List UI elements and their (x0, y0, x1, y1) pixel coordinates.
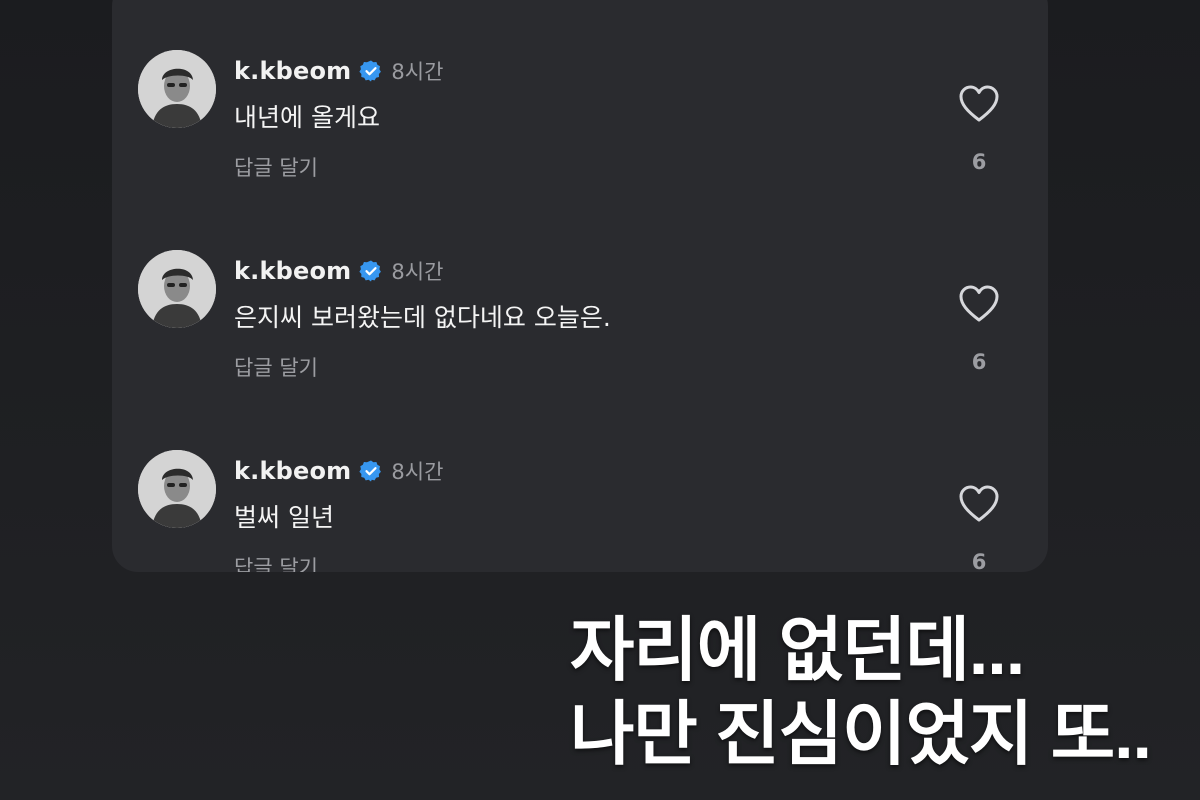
avatar[interactable] (138, 450, 216, 528)
avatar[interactable] (138, 50, 216, 128)
comment-meta: k.kbeom 8시간 (234, 456, 443, 486)
comment-meta: k.kbeom 8시간 (234, 256, 443, 286)
like-count: 6 (971, 550, 987, 572)
comment-item: k.kbeom 8시간 벌써 일년 답글 달기 6 (112, 450, 1048, 572)
reply-button[interactable]: 답글 달기 (234, 152, 318, 182)
comment-item: k.kbeom 8시간 내년에 올게요 답글 달기 6 (112, 50, 1048, 190)
reply-button[interactable]: 답글 달기 (234, 552, 318, 572)
reply-button[interactable]: 답글 달기 (234, 352, 318, 382)
username[interactable]: k.kbeom (234, 257, 351, 285)
heart-outline-icon[interactable] (958, 484, 1000, 524)
like-count: 6 (971, 150, 987, 174)
video-caption: 자리에 없던데... 나만 진심이었지 또.. (570, 608, 1152, 776)
user-avatar-image (138, 250, 216, 328)
avatar[interactable] (138, 250, 216, 328)
caption-line-2: 나만 진심이었지 또.. (570, 695, 1152, 773)
user-avatar-image (138, 50, 216, 128)
comment-meta: k.kbeom 8시간 (234, 56, 443, 86)
comment-text: 은지씨 보러왔는데 없다네요 오늘은. (234, 303, 611, 332)
timestamp: 8시간 (391, 260, 444, 284)
verified-badge-icon (359, 259, 383, 283)
comments-panel: k.kbeom 8시간 내년에 올게요 답글 달기 6 k.kbeom 8시간 … (112, 0, 1048, 572)
comment-text: 벌써 일년 (234, 503, 334, 532)
timestamp: 8시간 (391, 60, 444, 84)
verified-badge-icon (359, 59, 383, 83)
username[interactable]: k.kbeom (234, 457, 351, 485)
comment-text: 내년에 올게요 (234, 103, 380, 132)
user-avatar-image (138, 450, 216, 528)
username[interactable]: k.kbeom (234, 57, 351, 85)
verified-badge-icon (359, 459, 383, 483)
heart-outline-icon[interactable] (958, 284, 1000, 324)
like-count: 6 (971, 350, 987, 374)
timestamp: 8시간 (391, 460, 444, 484)
comment-item: k.kbeom 8시간 은지씨 보러왔는데 없다네요 오늘은. 답글 달기 6 (112, 250, 1048, 390)
caption-line-1: 자리에 없던데... (570, 611, 1025, 689)
heart-outline-icon[interactable] (958, 84, 1000, 124)
